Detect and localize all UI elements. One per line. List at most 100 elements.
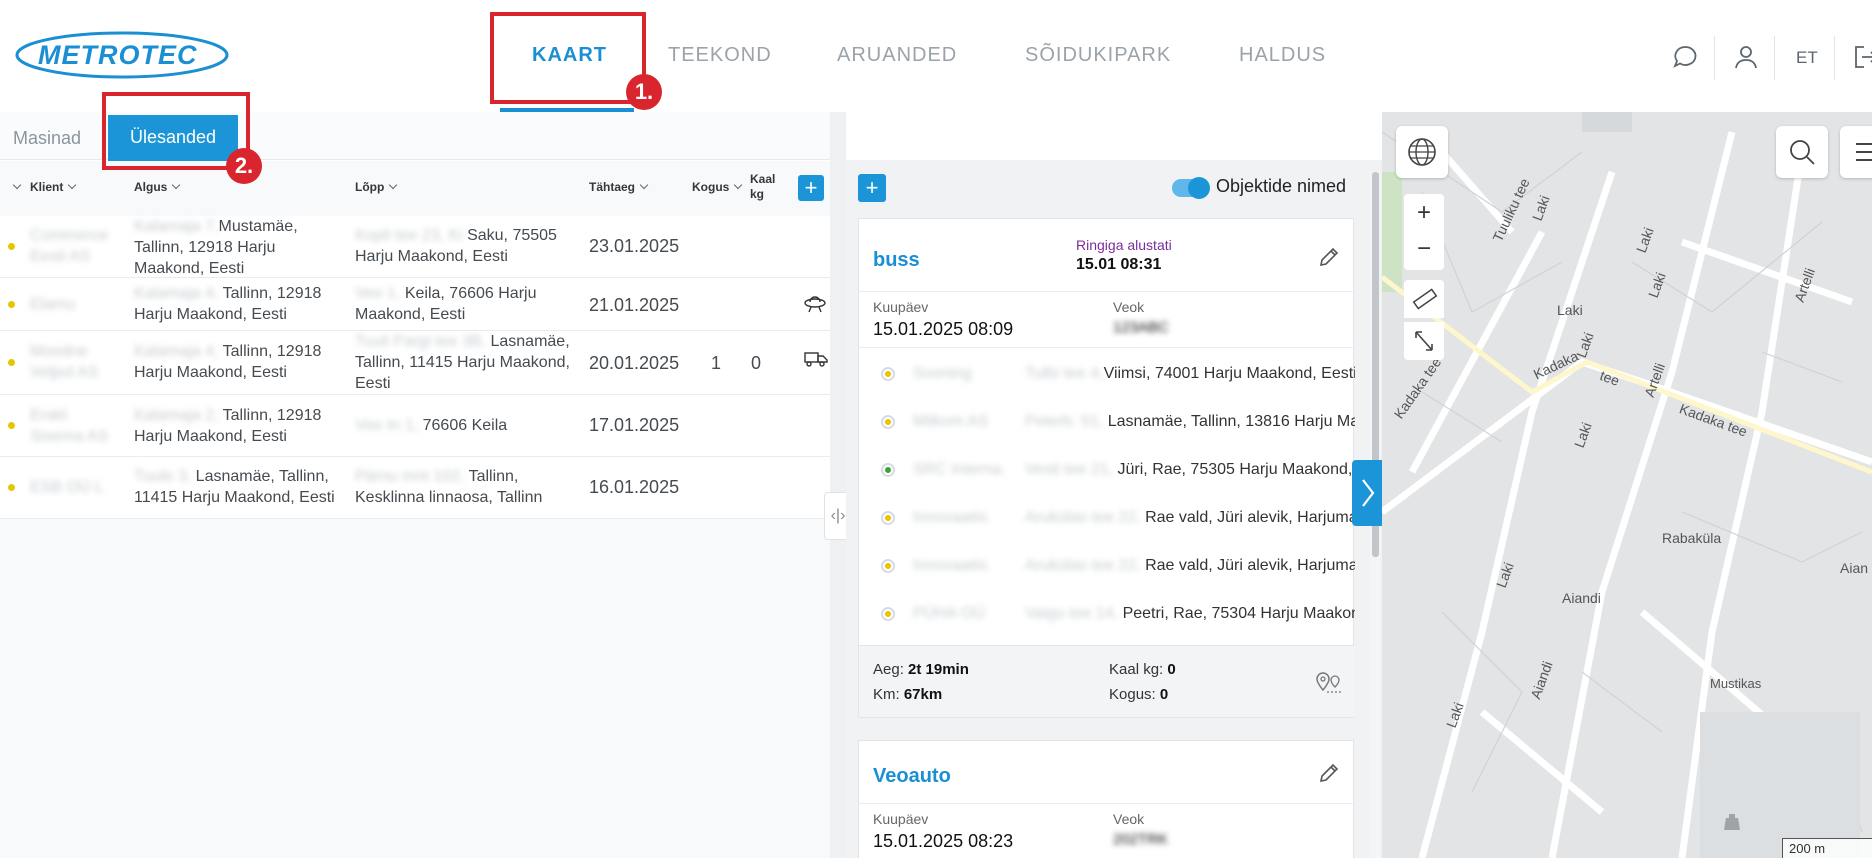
stop-status-dot [881,415,895,429]
route-title[interactable]: buss [873,249,920,272]
start-address-blurred: Kalamaja 4, [134,343,219,360]
divider [859,347,1355,348]
edit-pencil-icon[interactable] [1317,245,1343,271]
table-row[interactable]: Elamu Kalamaja 4, Tallinn, 12918 Harju M… [0,278,830,331]
client-name: ESB OÜ L [30,479,104,496]
client-name: Erakl. Sisema AS [30,407,109,445]
stop-address-blurred: Tulbi tee 4, [1025,365,1104,382]
stop-address: Peetri, Rae, 75304 Harju Maakond [1122,605,1355,622]
column-header-kaal[interactable]: Kaal kg [750,172,780,202]
map-view[interactable]: Tuuliku tee Laki Laki Laki Artelli Laki … [1382,112,1872,858]
nav-tab-soidukipark[interactable]: SÕIDUKIPARK [1025,44,1171,67]
edit-pencil-icon[interactable] [1317,761,1343,787]
list-item[interactable]: Innovaatio. Arukülas tee 22, Rae vald, Jü… [859,543,1355,591]
client-name: Moodne Veljed AS [30,343,99,381]
object-names-toggle[interactable] [1172,177,1210,199]
route-date: 15.01.2025 08:09 [873,319,1014,339]
collapse-panel-button[interactable] [1352,460,1382,526]
route-card[interactable]: Veoauto Kuupäev 15.01.2025 08:23 Veok 20… [858,740,1355,858]
user-icon[interactable] [1733,44,1759,70]
vehicle-plate: 123ABC [1113,319,1169,336]
map-label: Laki [1557,302,1583,318]
logout-icon[interactable] [1852,44,1872,70]
zoom-in-button[interactable]: + [1404,194,1444,232]
stop-name: Milkom AS [913,413,989,430]
client-name: Commerce Eesti AS [30,227,109,265]
tab-masinad[interactable]: Masinad [13,128,81,149]
stop-list: Sooning Tulbi tee 4,Viimsi, 74001 Harju M… [859,351,1355,643]
logo-text: METROTEC [38,40,198,70]
language-selector[interactable]: ET [1796,48,1818,68]
start-address-blurred: Tuule 3, [134,468,192,485]
map-label: Aiandi [1562,590,1601,606]
stop-address-blurred: Arukülas tee 22, [1025,557,1141,574]
status-dot [8,243,15,250]
measure-ruler-icon[interactable] [1404,280,1444,318]
annotation-badge: 2. [226,148,262,184]
status-dot [8,484,15,491]
map-label: Aian [1840,560,1869,576]
stop-address: Lasnamäe, Tallinn, 13816 Harju Maakond [1107,413,1355,430]
building-marker-icon [1718,812,1746,832]
map-search-button[interactable] [1776,126,1828,178]
end-address-blurred: Tuuli Pargi tee 3B, [355,333,487,350]
add-route-button[interactable]: + [858,174,886,202]
status-dot [8,359,15,366]
route-card[interactable]: buss Ringiga alustati 15.01 08:31 Kuupäe… [858,218,1355,718]
stop-name: Innovaatio. [913,557,992,574]
nav-tab-aruanded[interactable]: ARUANDED [837,44,957,67]
stop-status-dot [881,607,895,621]
deadline: 16.01.2025 [589,477,680,497]
list-item[interactable]: Sooning Tulbi tee 4,Viimsi, 74001 Harju M… [859,351,1355,399]
deadline: 23.01.2025 [589,236,680,256]
nav-tab-haldus[interactable]: HALDUS [1239,44,1326,67]
truck-icon [804,349,828,369]
column-header-klient[interactable]: Klient [30,180,77,194]
summary-km: Km: 67km [873,686,943,703]
header-label: Kaal kg [750,172,776,201]
column-header-tahtaeg[interactable]: Tähtaeg [589,180,649,194]
column-header-algus[interactable]: Algus [134,180,181,194]
vehicle-plate: 202TRK [1113,831,1169,848]
annotation-box-kaart [490,12,646,104]
summary-weight: Kaal kg: 0 [1109,661,1176,678]
start-address-blurred: Kalamaja 2, [134,407,219,424]
stop-status-dot [881,463,895,477]
routes-panel: + Objektide nimed buss Ringiga alustati … [846,160,1382,858]
sort-chevron-icon[interactable] [8,180,22,194]
table-row[interactable]: ESB OÜ L Tuule 3, Lasnamäe, Tallinn, 114… [0,457,830,519]
table-row[interactable]: Commerce Eesti AS Kalamaja 7,Mustamäe, T… [0,216,830,278]
fullscreen-expand-icon[interactable] [1404,322,1444,360]
end-address-blurred: Vee tn 1, [355,417,419,434]
route-title[interactable]: Veoauto [873,765,951,788]
route-summary: Aeg: 2t 19min Km: 67km Kaal kg: 0 Kogus:… [859,645,1355,717]
panel-splitter[interactable] [830,112,846,858]
end-address-blurred: Kopli tee 23, Ki [355,227,463,244]
search-icon [1790,140,1815,165]
map-scale: 200 m [1782,838,1872,858]
list-item[interactable]: PÜHA OÜ Vaigu tee 14, Peetri, Rae, 75304 … [859,591,1355,639]
list-item[interactable]: Milkom AS Peterb. 51, Lasnamäe, Tallinn, … [859,399,1355,447]
metrotec-logo[interactable]: METROTEC [14,30,230,80]
weight: 0 [751,353,762,373]
nav-tab-teekond[interactable]: TEEKOND [668,44,772,67]
zoom-out-button[interactable]: − [1404,232,1444,270]
deadline: 17.01.2025 [589,415,680,435]
chat-icon[interactable] [1672,44,1698,70]
chevron-down-icon [734,180,743,190]
column-header-kogus[interactable]: Kogus [692,180,743,194]
header-divider [1834,36,1835,80]
route-pins-icon[interactable] [1315,668,1343,694]
stop-name: Innovaatio. [913,509,992,526]
table-row[interactable]: Moodne Veljed AS Kalamaja 4, Tallinn, 12… [0,331,830,395]
column-header-lopp[interactable]: Lõpp [355,180,398,194]
list-item[interactable]: SRC Interna. Vesti tee 21, Jüri, Rae, 753… [859,447,1355,495]
stop-address-blurred: Vaigu tee 14, [1025,605,1119,622]
map-menu-button[interactable] [1840,126,1872,178]
layers-globe-button[interactable] [1396,126,1448,178]
map-label: Rabaküla [1662,530,1722,546]
list-item[interactable]: Innovaatio. Arukülas tee 22, Rae vald, Jü… [859,495,1355,543]
stop-name: Sooning [913,365,972,382]
table-row[interactable]: Erakl. Sisema AS Kalamaja 2, Tallinn, 12… [0,395,830,457]
add-task-button[interactable]: + [798,175,824,201]
